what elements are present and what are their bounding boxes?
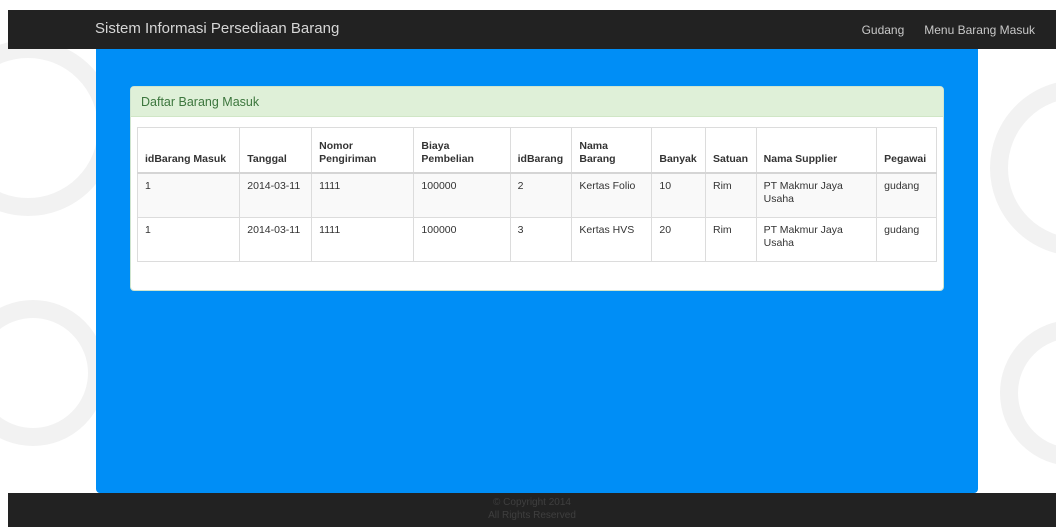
table-cell: 2014-03-11 <box>239 217 313 262</box>
column-header: Nomor Pengiriman <box>311 127 415 174</box>
app-brand[interactable]: Sistem Informasi Persediaan Barang <box>95 20 339 37</box>
table-cell: 2014-03-11 <box>239 172 313 218</box>
panel-title: Daftar Barang Masuk <box>131 87 943 117</box>
column-header: idBarang Masuk <box>136 127 241 174</box>
table-row: 1 2014-03-11 1111 100000 2 Kertas Folio … <box>136 172 937 218</box>
table-cell: PT Makmur Jaya Usaha <box>755 217 878 262</box>
table-cell: PT Makmur Jaya Usaha <box>755 172 878 218</box>
table-cell: gudang <box>876 172 937 218</box>
column-header: Banyak <box>651 127 707 174</box>
table-cell: 3 <box>509 217 573 262</box>
table-cell: 1 <box>136 217 241 262</box>
footer-copyright: © Copyright 2014 <box>493 497 571 508</box>
top-navbar: Sistem Informasi Persediaan Barang Gudan… <box>8 10 1056 49</box>
nav-link-menu-barang-masuk[interactable]: Menu Barang Masuk <box>924 23 1035 37</box>
table-cell: 100000 <box>413 217 511 262</box>
column-header: idBarang <box>509 127 573 174</box>
table-cell: 100000 <box>413 172 511 218</box>
table-cell: Rim <box>705 217 757 262</box>
table-cell: 2 <box>509 172 573 218</box>
table-cell: Kertas Folio <box>571 172 653 218</box>
column-header: Pegawai <box>876 127 937 174</box>
column-header: Satuan <box>705 127 757 174</box>
table-header-row: idBarang Masuk Tanggal Nomor Pengiriman … <box>136 127 937 174</box>
column-header: Biaya Pembelian <box>413 127 511 174</box>
table-cell: Kertas HVS <box>571 217 653 262</box>
page-footer: © Copyright 2014 All Rights Reserved <box>8 493 1056 527</box>
table-cell: 1111 <box>311 217 415 262</box>
main-content: Daftar Barang Masuk idBarang Masuk Tangg… <box>96 49 978 493</box>
nav-links: Gudang Menu Barang Masuk <box>862 10 1056 49</box>
column-header: Nama Supplier <box>755 127 878 174</box>
footer-rights: All Rights Reserved <box>488 510 576 521</box>
column-header: Tanggal <box>239 127 313 174</box>
barang-masuk-panel: Daftar Barang Masuk idBarang Masuk Tangg… <box>130 86 944 291</box>
table-cell: 20 <box>651 217 707 262</box>
barang-masuk-table: idBarang Masuk Tanggal Nomor Pengiriman … <box>136 127 937 262</box>
table-row: 1 2014-03-11 1111 100000 3 Kertas HVS 20… <box>136 217 937 262</box>
nav-link-gudang[interactable]: Gudang <box>862 23 905 37</box>
table-cell: 10 <box>651 172 707 218</box>
column-header: Nama Barang <box>571 127 653 174</box>
table-cell: 1111 <box>311 172 415 218</box>
table-cell: Rim <box>705 172 757 218</box>
table-cell: gudang <box>876 217 937 262</box>
table-cell: 1 <box>136 172 241 218</box>
